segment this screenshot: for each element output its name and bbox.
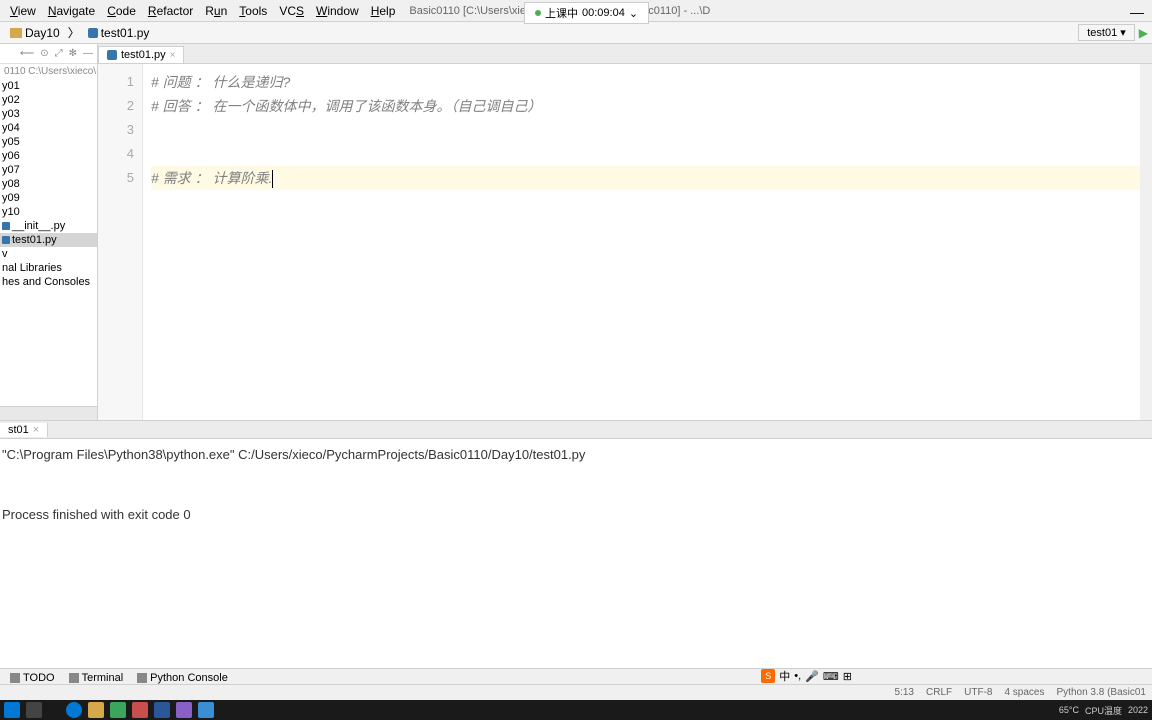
recording-label: 上课中 — [545, 5, 578, 21]
project-tree[interactable]: y01 y02 y03 y04 y05 y06 y07 y08 y09 y10 … — [0, 79, 97, 406]
breadcrumb-folder[interactable]: Day10 — [4, 25, 66, 41]
breadcrumb-bar: Day10 〉 test01.py test01 ▾ ▶ — [0, 22, 1152, 44]
menu-view[interactable]: View — [4, 2, 42, 20]
tool-tab-terminal[interactable]: Terminal — [63, 671, 130, 685]
menu-refactor[interactable]: Refactor — [142, 2, 199, 20]
folder-icon — [10, 28, 22, 38]
tree-item[interactable]: y06 — [0, 149, 97, 163]
gear-icon[interactable]: ✻ — [69, 48, 77, 59]
hide-icon[interactable]: — — [83, 48, 93, 59]
ime-widget[interactable]: S 中 •, 🎤 ⌨ ⊞ — [761, 668, 852, 684]
sogou-icon: S — [761, 669, 775, 683]
minimize-button[interactable]: — — [1130, 4, 1144, 20]
run-tab[interactable]: st01× — [0, 423, 48, 437]
start-button[interactable] — [4, 702, 20, 718]
ime-punct-icon[interactable]: •, — [794, 670, 801, 682]
project-panel: ⟵ ⊙ ⤢ ✻ — 0110 C:\Users\xieco\Pych y01 y… — [0, 44, 98, 420]
terminal-icon — [69, 673, 79, 683]
code-area[interactable]: # 问题 ： 什么是递归? # 回答 ： 在一个函数体中，调用了该函数本身。（自… — [143, 64, 1152, 420]
recording-widget[interactable]: 上课中 00:09:04 ⌄ — [524, 2, 649, 24]
file-encoding[interactable]: UTF-8 — [964, 687, 992, 698]
tree-item[interactable]: y07 — [0, 163, 97, 177]
scrollbar[interactable] — [1140, 64, 1152, 420]
editor-tabs: test01.py × — [98, 44, 1152, 64]
project-toolbar: ⟵ ⊙ ⤢ ✻ — — [0, 44, 97, 64]
todo-icon — [10, 673, 20, 683]
menu-window[interactable]: Window — [310, 2, 365, 20]
tool-tab-python-console[interactable]: Python Console — [131, 671, 234, 685]
python-file-icon — [88, 28, 98, 38]
recording-dot-icon — [535, 10, 541, 16]
expand-icon[interactable]: ⤢ — [55, 48, 63, 59]
run-panel: st01× "C:\Program Files\Python38\python.… — [0, 420, 1152, 674]
target-icon[interactable]: ⊙ — [40, 48, 48, 59]
indent-info[interactable]: 4 spaces — [1004, 687, 1044, 698]
menu-code[interactable]: Code — [101, 2, 142, 20]
paint-icon[interactable] — [176, 702, 192, 718]
line-gutter: 1 2 3 4 5 — [98, 64, 143, 420]
task-view-button[interactable] — [26, 702, 42, 718]
menu-tools[interactable]: Tools — [233, 2, 273, 20]
chevron-down-icon: ⌄ — [629, 7, 638, 20]
breadcrumb-file[interactable]: test01.py — [82, 25, 156, 41]
tree-item[interactable]: hes and Consoles — [0, 275, 97, 289]
editor-tab[interactable]: test01.py × — [98, 46, 184, 63]
python-file-icon — [107, 50, 117, 60]
python-interpreter[interactable]: Python 3.8 (Basic01 — [1057, 687, 1147, 698]
tree-item[interactable]: y08 — [0, 177, 97, 191]
video-app-icon[interactable] — [198, 702, 214, 718]
cursor-position[interactable]: 5:13 — [895, 687, 914, 698]
menu-help[interactable]: Help — [365, 2, 402, 20]
editor-panel: test01.py × 1 2 3 4 5 # 问题 ： 什么是递归? # 回答… — [98, 44, 1152, 420]
menu-vcs[interactable]: VCS — [273, 2, 310, 20]
close-icon[interactable]: × — [33, 424, 39, 436]
close-tab-icon[interactable]: × — [170, 50, 176, 61]
run-config-selector[interactable]: test01 ▾ — [1078, 24, 1135, 41]
line-separator[interactable]: CRLF — [926, 687, 952, 698]
text-cursor — [272, 170, 273, 188]
editor-body[interactable]: 1 2 3 4 5 # 问题 ： 什么是递归? # 回答 ： 在一个函数体中，调… — [98, 64, 1152, 420]
tree-item-current[interactable]: test01.py — [0, 233, 97, 247]
tree-item[interactable]: y10 — [0, 205, 97, 219]
tree-item[interactable]: nal Libraries — [0, 261, 97, 275]
pycharm-icon[interactable] — [110, 702, 126, 718]
ime-keyboard-icon[interactable]: ⌨ — [823, 670, 839, 683]
run-output[interactable]: "C:\Program Files\Python38\python.exe" C… — [0, 439, 1152, 531]
ime-mic-icon[interactable]: 🎤 — [805, 670, 819, 683]
system-tray[interactable]: 65°C CPU温度 2022 — [1059, 704, 1148, 717]
image-app-icon[interactable] — [132, 702, 148, 718]
tool-tab-todo[interactable]: TODO — [4, 671, 61, 685]
tree-item[interactable]: y05 — [0, 135, 97, 149]
menu-run[interactable]: Run — [199, 2, 233, 20]
taskbar: 65°C CPU温度 2022 — [0, 700, 1152, 720]
tree-item[interactable]: v — [0, 247, 97, 261]
word-icon[interactable] — [154, 702, 170, 718]
tree-item[interactable]: y01 — [0, 79, 97, 93]
collapse-icon[interactable]: ⟵ — [20, 48, 34, 59]
menu-navigate[interactable]: Navigate — [42, 2, 101, 20]
status-bar: 5:13 CRLF UTF-8 4 spaces Python 3.8 (Bas… — [0, 684, 1152, 700]
edge-icon[interactable] — [66, 702, 82, 718]
tree-item[interactable]: y02 — [0, 93, 97, 107]
tree-spacer — [0, 406, 97, 420]
explorer-icon[interactable] — [88, 702, 104, 718]
ime-grid-icon[interactable]: ⊞ — [843, 670, 852, 683]
tree-item[interactable]: y04 — [0, 121, 97, 135]
run-button[interactable]: ▶ — [1139, 26, 1148, 40]
project-root-path: 0110 C:\Users\xieco\Pych — [0, 64, 97, 79]
tree-item[interactable]: y09 — [0, 191, 97, 205]
python-icon — [137, 673, 147, 683]
tree-item[interactable]: y03 — [0, 107, 97, 121]
tree-item[interactable]: __init__.py — [0, 219, 97, 233]
recording-time: 00:09:04 — [582, 7, 625, 19]
